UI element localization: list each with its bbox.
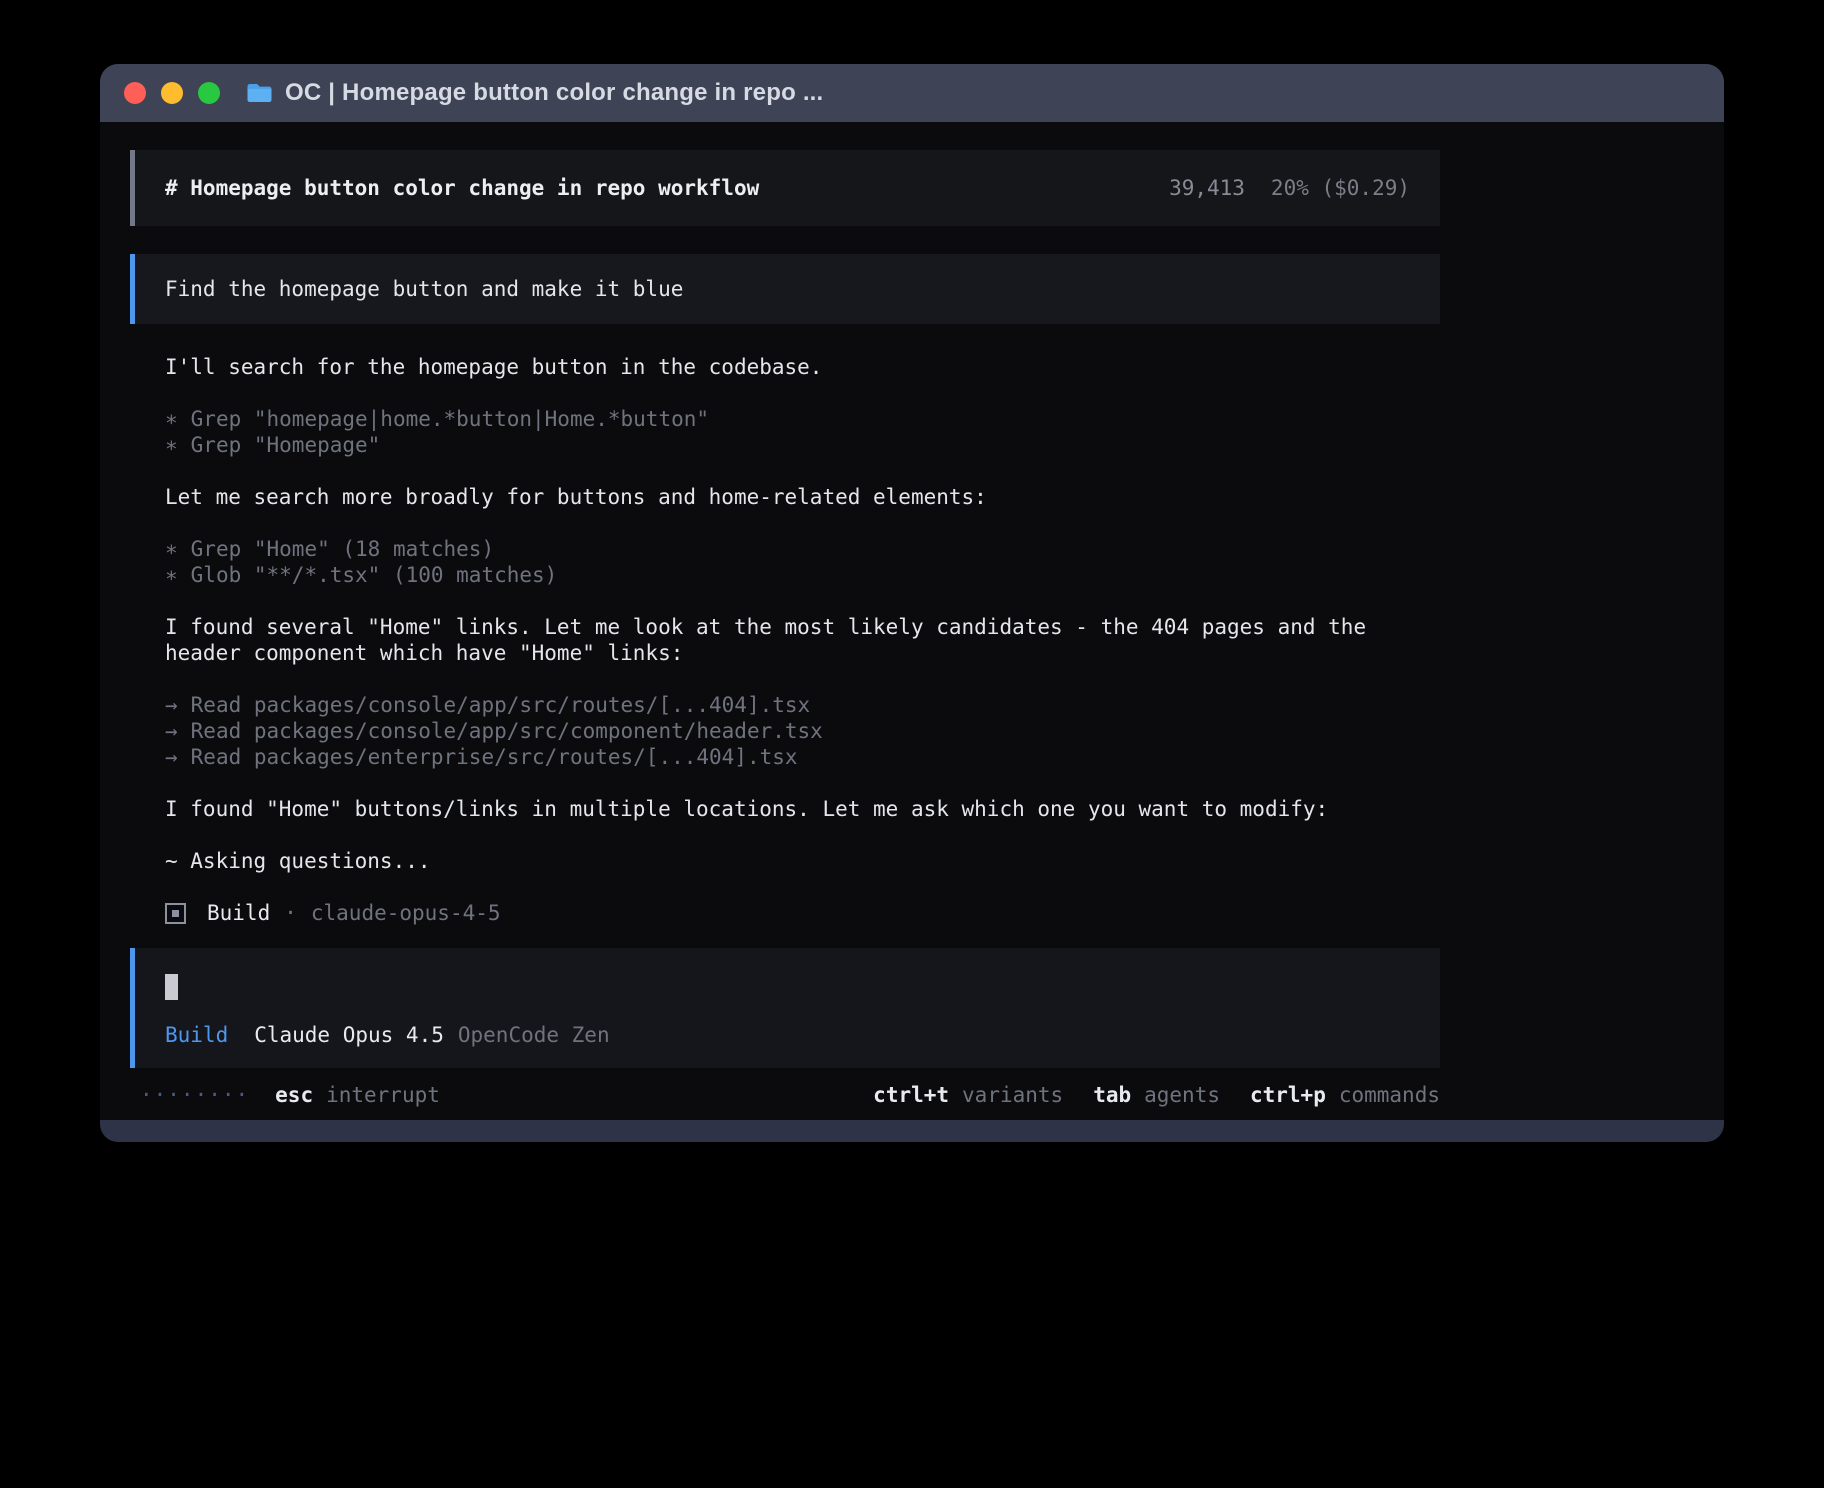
tool-call-read-2: → Read packages/console/app/src/componen… <box>165 718 1440 744</box>
terminal-content: # Homepage button color change in repo w… <box>100 122 1724 1120</box>
input-provider-label: OpenCode Zen <box>458 1022 610 1048</box>
asterisk-icon: ∗ <box>165 432 178 458</box>
user-message: Find the homepage button and make it blu… <box>130 254 1440 324</box>
hint-commands: ctrl+p commands <box>1250 1082 1440 1108</box>
tool-call-read-1: → Read packages/console/app/src/routes/[… <box>165 692 1440 718</box>
agents-label: agents <box>1144 1082 1220 1108</box>
tool-call-text: Read packages/console/app/src/routes/[..… <box>191 692 811 718</box>
window-title: OC | Homepage button color change in rep… <box>285 79 823 107</box>
tab-key-label: tab <box>1093 1082 1131 1108</box>
tool-call-text: Read packages/console/app/src/component/… <box>191 718 823 744</box>
tool-call-text: Read packages/enterprise/src/routes/[...… <box>191 744 798 770</box>
token-count: 39,413 <box>1169 175 1245 201</box>
arrow-right-icon: → <box>165 692 178 718</box>
prompt-input[interactable]: Build Claude Opus 4.5 OpenCode Zen <box>130 948 1440 1068</box>
folder-icon <box>246 82 273 104</box>
ctrl-p-key-label: ctrl+p <box>1250 1082 1326 1108</box>
tool-call-group-reads: → Read packages/console/app/src/routes/[… <box>165 692 1440 770</box>
user-message-text: Find the homepage button and make it blu… <box>165 277 683 301</box>
tool-call-text: Glob "**/*.tsx" (100 matches) <box>191 562 558 588</box>
input-mode-label: Build <box>165 1022 228 1048</box>
dot-separator: · <box>284 900 297 926</box>
spinner-dots: ········ <box>140 1082 249 1108</box>
zoom-button[interactable] <box>198 82 220 104</box>
text-cursor <box>165 974 178 1000</box>
agent-model: claude-opus-4-5 <box>311 900 501 926</box>
agent-name: Build <box>207 900 270 926</box>
asterisk-icon: ∗ <box>165 536 178 562</box>
agent-status-row: Build · claude-opus-4-5 <box>165 900 1440 926</box>
terminal-window: OC | Homepage button color change in rep… <box>100 64 1724 1142</box>
input-meta-row: Build Claude Opus 4.5 OpenCode Zen <box>165 1022 1410 1048</box>
arrow-right-icon: → <box>165 744 178 770</box>
window-controls <box>124 82 220 104</box>
tool-call-grep-3: ∗ Grep "Home" (18 matches) <box>165 536 1440 562</box>
tool-call-text: Grep "homepage|home.*button|Home.*button… <box>191 406 709 432</box>
interrupt-label: interrupt <box>326 1082 440 1108</box>
tool-call-grep-2: ∗ Grep "Homepage" <box>165 432 1440 458</box>
tool-call-group-search-2: ∗ Grep "Home" (18 matches) ∗ Glob "**/*.… <box>165 536 1440 588</box>
assistant-message-2: Let me search more broadly for buttons a… <box>165 484 1440 510</box>
close-button[interactable] <box>124 82 146 104</box>
hint-agents: tab agents <box>1093 1082 1220 1108</box>
commands-label: commands <box>1339 1082 1440 1108</box>
hint-variants: ctrl+t variants <box>873 1082 1063 1108</box>
session-header: # Homepage button color change in repo w… <box>130 150 1440 226</box>
tool-call-text: Grep "Home" (18 matches) <box>191 536 494 562</box>
tool-call-text: Grep "Homepage" <box>191 432 381 458</box>
asterisk-icon: ∗ <box>165 406 178 432</box>
assistant-message-4: I found "Home" buttons/links in multiple… <box>165 796 1440 822</box>
esc-key-label: esc <box>275 1082 313 1108</box>
context-cost: 20% ($0.29) <box>1271 175 1410 201</box>
minimize-button[interactable] <box>161 82 183 104</box>
session-title: # Homepage button color change in repo w… <box>165 175 759 201</box>
tool-call-group-search-1: ∗ Grep "homepage|home.*button|Home.*butt… <box>165 406 1440 458</box>
status-bar: ········ esc interrupt ctrl+t variants t… <box>130 1082 1440 1108</box>
tool-call-read-3: → Read packages/enterprise/src/routes/[.… <box>165 744 1440 770</box>
titlebar[interactable]: OC | Homepage button color change in rep… <box>100 64 1724 122</box>
ctrl-t-key-label: ctrl+t <box>873 1082 949 1108</box>
working-status: ~ Asking questions... <box>165 848 1440 874</box>
tool-call-glob-1: ∗ Glob "**/*.tsx" (100 matches) <box>165 562 1440 588</box>
build-agent-icon <box>165 903 186 924</box>
arrow-right-icon: → <box>165 718 178 744</box>
variants-label: variants <box>962 1082 1063 1108</box>
input-model-label: Claude Opus 4.5 <box>254 1022 444 1048</box>
hint-interrupt: esc interrupt <box>275 1082 440 1108</box>
assistant-message-3: I found several "Home" links. Let me loo… <box>165 614 1440 666</box>
asterisk-icon: ∗ <box>165 562 178 588</box>
window-title-area: OC | Homepage button color change in rep… <box>246 79 823 107</box>
assistant-message-1: I'll search for the homepage button in t… <box>165 354 1440 380</box>
tool-call-grep-1: ∗ Grep "homepage|home.*button|Home.*butt… <box>165 406 1440 432</box>
session-stats: 39,413 20% ($0.29) <box>1169 175 1410 201</box>
keybind-hints: ctrl+t variants tab agents ctrl+p comman… <box>873 1082 1440 1108</box>
